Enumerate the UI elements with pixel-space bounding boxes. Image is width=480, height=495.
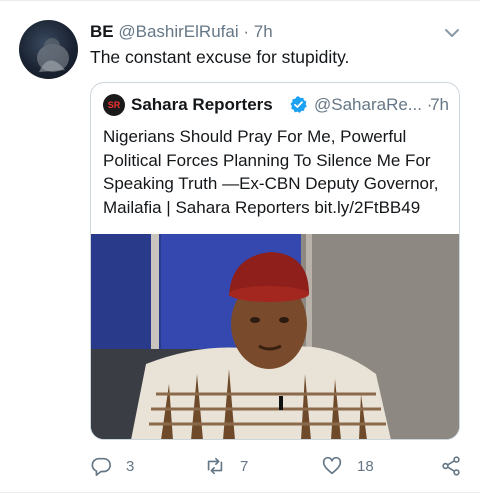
top-divider (0, 0, 480, 1)
chevron-down-icon[interactable] (443, 24, 461, 42)
retweet-icon (207, 457, 223, 475)
photo-of-man-in-red-cap (91, 234, 459, 439)
tweet-text: The constant excuse for stupidity. (90, 47, 350, 67)
like-count: 18 (357, 457, 374, 475)
quoted-avatar-letters: SR (107, 100, 121, 110)
author-name[interactable]: BE (90, 22, 114, 41)
reply-button[interactable]: 3 (90, 453, 134, 479)
reply-icon (91, 457, 111, 476)
share-button[interactable] (440, 453, 476, 479)
like-button[interactable]: 18 (321, 453, 374, 479)
author-handle[interactable]: @BashirElRufai (118, 22, 238, 41)
quoted-tweet-header: SR Sahara Reporters @SaharaRe... · 7h (103, 93, 449, 119)
tweet-actions: 3 7 18 (0, 453, 480, 481)
retweet-button[interactable]: 7 (204, 453, 248, 479)
avatar[interactable] (19, 20, 78, 79)
quoted-tweet-image[interactable] (91, 234, 459, 439)
bottom-divider (0, 492, 480, 493)
quoted-tweet-card[interactable]: SR Sahara Reporters @SaharaRe... · 7h Ni… (90, 82, 460, 440)
quoted-tweet-time[interactable]: 7h (430, 95, 449, 115)
separator-dot: · (243, 22, 250, 41)
retweet-count: 7 (240, 457, 249, 475)
quoted-tweet-text: Nigerians Should Pray For Me, Powerful P… (103, 127, 439, 217)
quoted-author-name[interactable]: Sahara Reporters (131, 95, 273, 115)
like-icon (322, 456, 342, 475)
verified-badge-icon (290, 96, 307, 113)
reply-count: 3 (126, 457, 135, 475)
share-icon (442, 456, 460, 476)
tweet-header: BE @BashirElRufai · 7h (90, 22, 273, 44)
quoted-avatar[interactable]: SR (103, 94, 125, 116)
avatar-photo (37, 38, 69, 72)
tweet-time[interactable]: 7h (254, 22, 273, 41)
quoted-author-handle[interactable]: @SaharaRe... · (314, 95, 432, 115)
